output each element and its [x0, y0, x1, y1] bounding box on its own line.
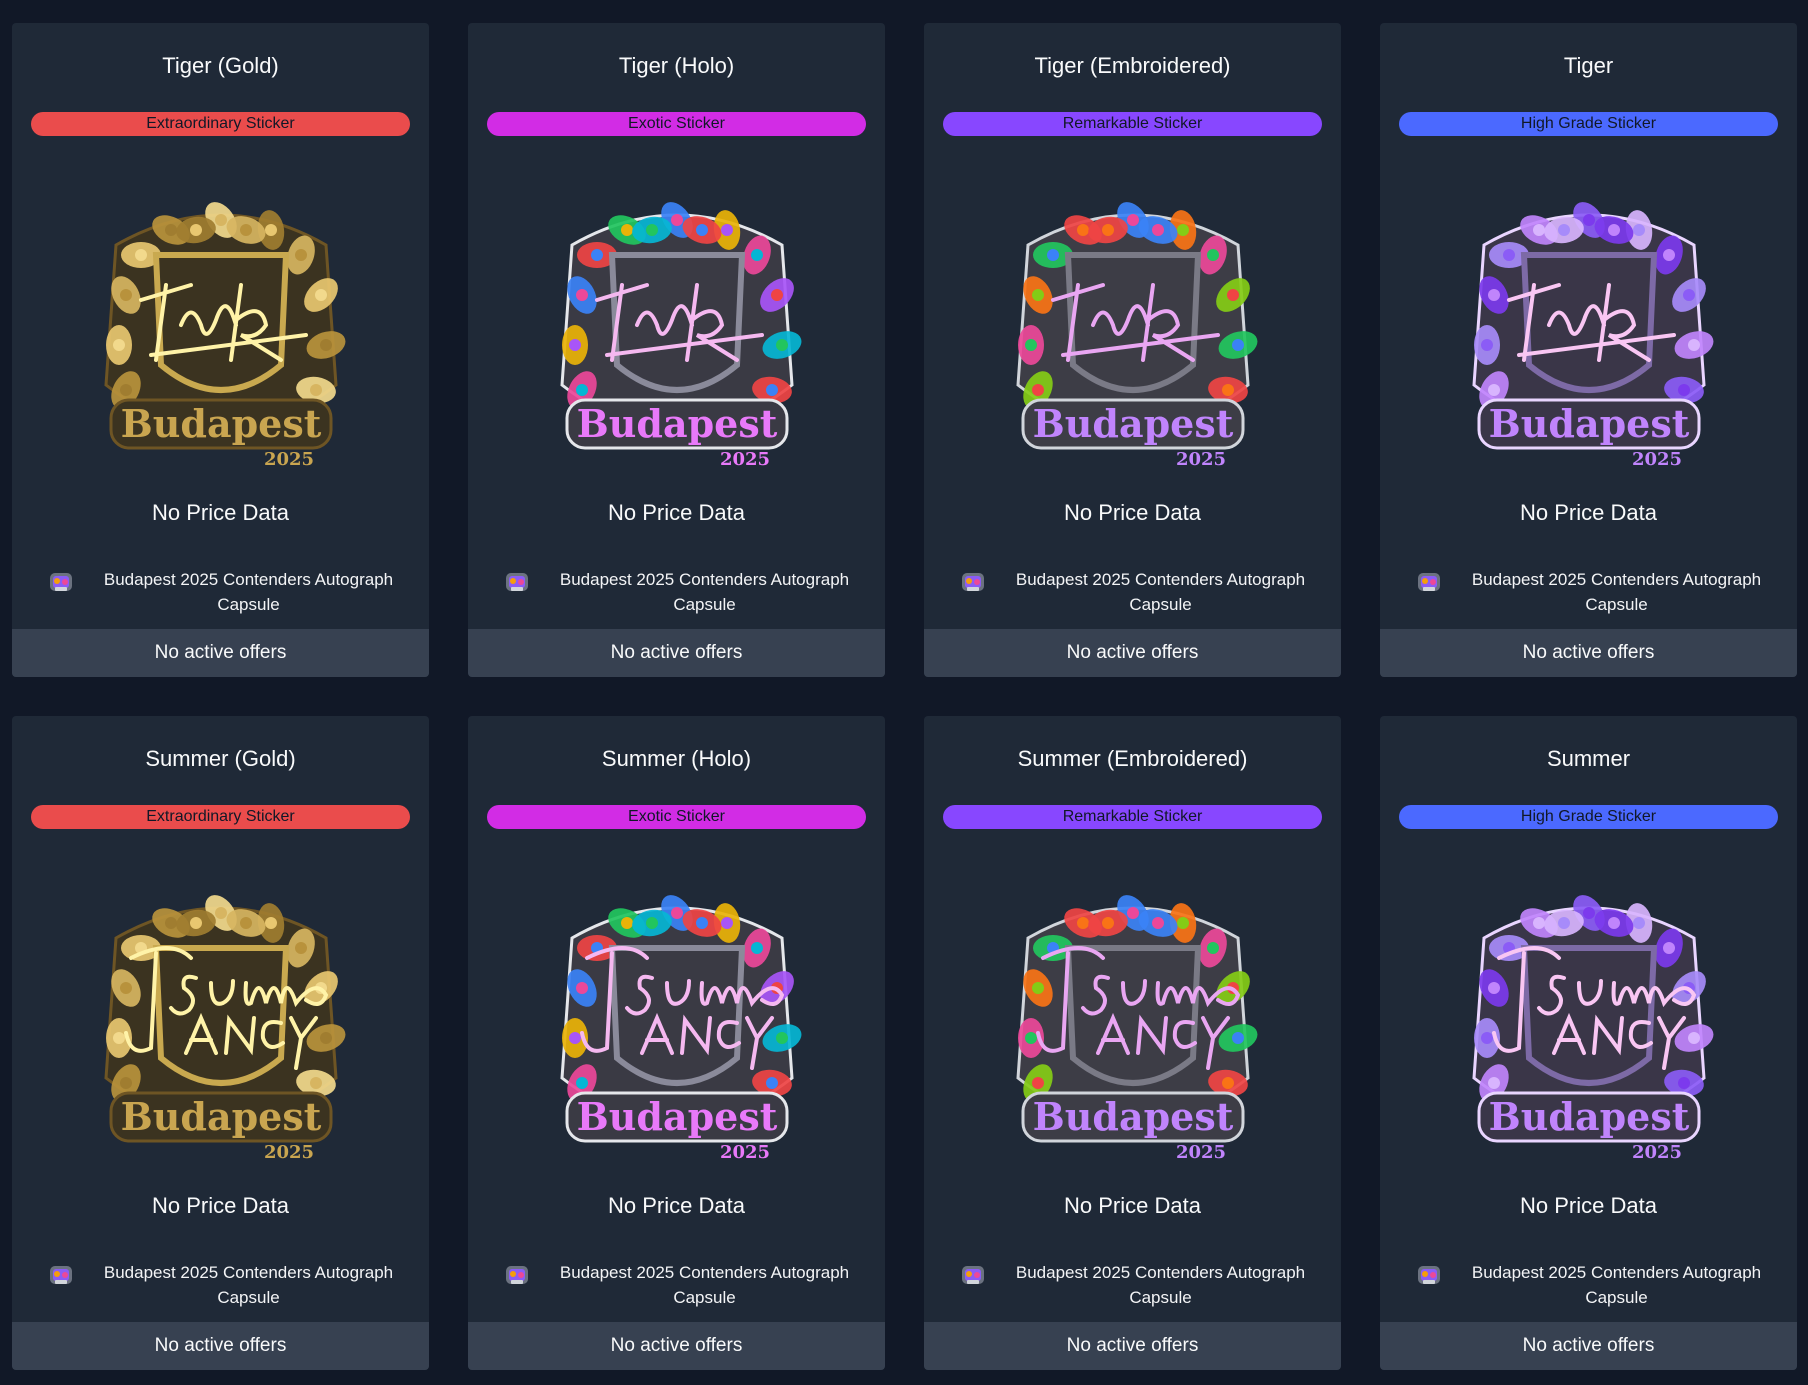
offers-bar[interactable]: No active offers — [12, 1322, 429, 1370]
sticker-card[interactable]: Tiger (Holo) Exotic Sticker Budapest 202… — [468, 23, 885, 677]
capsule-icon — [506, 573, 528, 591]
rarity-badge: Exotic Sticker — [487, 112, 866, 136]
sticker-card[interactable]: Summer (Gold) Extraordinary Sticker Buda… — [12, 716, 429, 1370]
svg-text:Budapest: Budapest — [576, 1094, 777, 1139]
sticker-title[interactable]: Tiger (Gold) — [12, 53, 429, 79]
sticker-card[interactable]: Summer (Holo) Exotic Sticker Budapest 20… — [468, 716, 885, 1370]
sticker-image[interactable]: Budapest 2025 — [983, 878, 1283, 1178]
rarity-badge: High Grade Sticker — [1399, 112, 1778, 136]
svg-text:2025: 2025 — [1631, 449, 1681, 470]
collection-name: Budapest 2025 Contenders Autograph Capsu… — [103, 1263, 394, 1307]
capsule-icon — [50, 1266, 72, 1284]
sticker-grid: Tiger (Gold) Extraordinary Sticker Budap… — [12, 23, 1797, 1370]
rarity-badge: Extraordinary Sticker — [31, 805, 410, 829]
sticker-title[interactable]: Summer (Gold) — [12, 746, 429, 772]
collection-name: Budapest 2025 Contenders Autograph Capsu… — [1015, 1263, 1306, 1307]
price-label: No Price Data — [152, 1193, 289, 1218]
capsule-icon — [1418, 1266, 1440, 1284]
sticker-image[interactable]: Budapest 2025 — [1439, 185, 1739, 485]
price-label: No Price Data — [152, 500, 289, 525]
collection-name: Budapest 2025 Contenders Autograph Capsu… — [559, 570, 850, 614]
price-label: No Price Data — [1520, 1193, 1657, 1218]
collection-info[interactable]: Budapest 2025 Contenders Autograph Capsu… — [958, 1260, 1321, 1310]
sticker-card[interactable]: Tiger (Gold) Extraordinary Sticker Budap… — [12, 23, 429, 677]
rarity-badge: Extraordinary Sticker — [31, 112, 410, 136]
collection-info[interactable]: Budapest 2025 Contenders Autograph Capsu… — [1414, 1260, 1777, 1310]
svg-text:2025: 2025 — [263, 449, 313, 470]
offers-bar[interactable]: No active offers — [468, 629, 885, 677]
collection-name: Budapest 2025 Contenders Autograph Capsu… — [1015, 570, 1306, 614]
sticker-card[interactable]: Tiger (Embroidered) Remarkable Sticker B… — [924, 23, 1341, 677]
offers-bar[interactable]: No active offers — [924, 629, 1341, 677]
offers-bar[interactable]: No active offers — [1380, 629, 1797, 677]
collection-name: Budapest 2025 Contenders Autograph Capsu… — [1471, 1263, 1762, 1307]
price-label: No Price Data — [608, 500, 745, 525]
svg-text:2025: 2025 — [1175, 449, 1225, 470]
sticker-title[interactable]: Tiger (Holo) — [468, 53, 885, 79]
sticker-image[interactable]: Budapest 2025 — [1439, 878, 1739, 1178]
sticker-title[interactable]: Summer (Embroidered) — [924, 746, 1341, 772]
price-label: No Price Data — [608, 1193, 745, 1218]
price-label: No Price Data — [1520, 500, 1657, 525]
svg-text:Budapest: Budapest — [120, 401, 321, 446]
sticker-card[interactable]: Summer High Grade Sticker Budapest 2025 … — [1380, 716, 1797, 1370]
offers-bar[interactable]: No active offers — [924, 1322, 1341, 1370]
offers-bar[interactable]: No active offers — [468, 1322, 885, 1370]
collection-info[interactable]: Budapest 2025 Contenders Autograph Capsu… — [958, 567, 1321, 617]
sticker-image[interactable]: Budapest 2025 — [527, 878, 827, 1178]
svg-text:2025: 2025 — [719, 449, 769, 470]
collection-name: Budapest 2025 Contenders Autograph Capsu… — [1471, 570, 1762, 614]
svg-text:Budapest: Budapest — [120, 1094, 321, 1139]
sticker-title[interactable]: Summer (Holo) — [468, 746, 885, 772]
svg-text:2025: 2025 — [1631, 1142, 1681, 1163]
sticker-image[interactable]: Budapest 2025 — [71, 878, 371, 1178]
svg-text:2025: 2025 — [263, 1142, 313, 1163]
capsule-icon — [506, 1266, 528, 1284]
offers-bar[interactable]: No active offers — [1380, 1322, 1797, 1370]
capsule-icon — [962, 1266, 984, 1284]
svg-text:Budapest: Budapest — [576, 401, 777, 446]
svg-text:Budapest: Budapest — [1032, 1094, 1233, 1139]
collection-info[interactable]: Budapest 2025 Contenders Autograph Capsu… — [502, 567, 865, 617]
collection-name: Budapest 2025 Contenders Autograph Capsu… — [103, 570, 394, 614]
capsule-icon — [50, 573, 72, 591]
svg-text:2025: 2025 — [1175, 1142, 1225, 1163]
collection-info[interactable]: Budapest 2025 Contenders Autograph Capsu… — [1414, 567, 1777, 617]
svg-text:2025: 2025 — [719, 1142, 769, 1163]
rarity-badge: High Grade Sticker — [1399, 805, 1778, 829]
collection-info[interactable]: Budapest 2025 Contenders Autograph Capsu… — [46, 1260, 409, 1310]
collection-info[interactable]: Budapest 2025 Contenders Autograph Capsu… — [502, 1260, 865, 1310]
sticker-title[interactable]: Tiger (Embroidered) — [924, 53, 1341, 79]
sticker-image[interactable]: Budapest 2025 — [527, 185, 827, 485]
rarity-badge: Remarkable Sticker — [943, 112, 1322, 136]
sticker-image[interactable]: Budapest 2025 — [71, 185, 371, 485]
rarity-badge: Exotic Sticker — [487, 805, 866, 829]
offers-bar[interactable]: No active offers — [12, 629, 429, 677]
sticker-title[interactable]: Tiger — [1380, 53, 1797, 79]
capsule-icon — [1418, 573, 1440, 591]
capsule-icon — [962, 573, 984, 591]
collection-info[interactable]: Budapest 2025 Contenders Autograph Capsu… — [46, 567, 409, 617]
sticker-title[interactable]: Summer — [1380, 746, 1797, 772]
svg-text:Budapest: Budapest — [1032, 401, 1233, 446]
price-label: No Price Data — [1064, 1193, 1201, 1218]
sticker-card[interactable]: Summer (Embroidered) Remarkable Sticker … — [924, 716, 1341, 1370]
collection-name: Budapest 2025 Contenders Autograph Capsu… — [559, 1263, 850, 1307]
svg-text:Budapest: Budapest — [1488, 401, 1689, 446]
svg-text:Budapest: Budapest — [1488, 1094, 1689, 1139]
rarity-badge: Remarkable Sticker — [943, 805, 1322, 829]
sticker-image[interactable]: Budapest 2025 — [983, 185, 1283, 485]
price-label: No Price Data — [1064, 500, 1201, 525]
sticker-card[interactable]: Tiger High Grade Sticker Budapest 2025 N… — [1380, 23, 1797, 677]
